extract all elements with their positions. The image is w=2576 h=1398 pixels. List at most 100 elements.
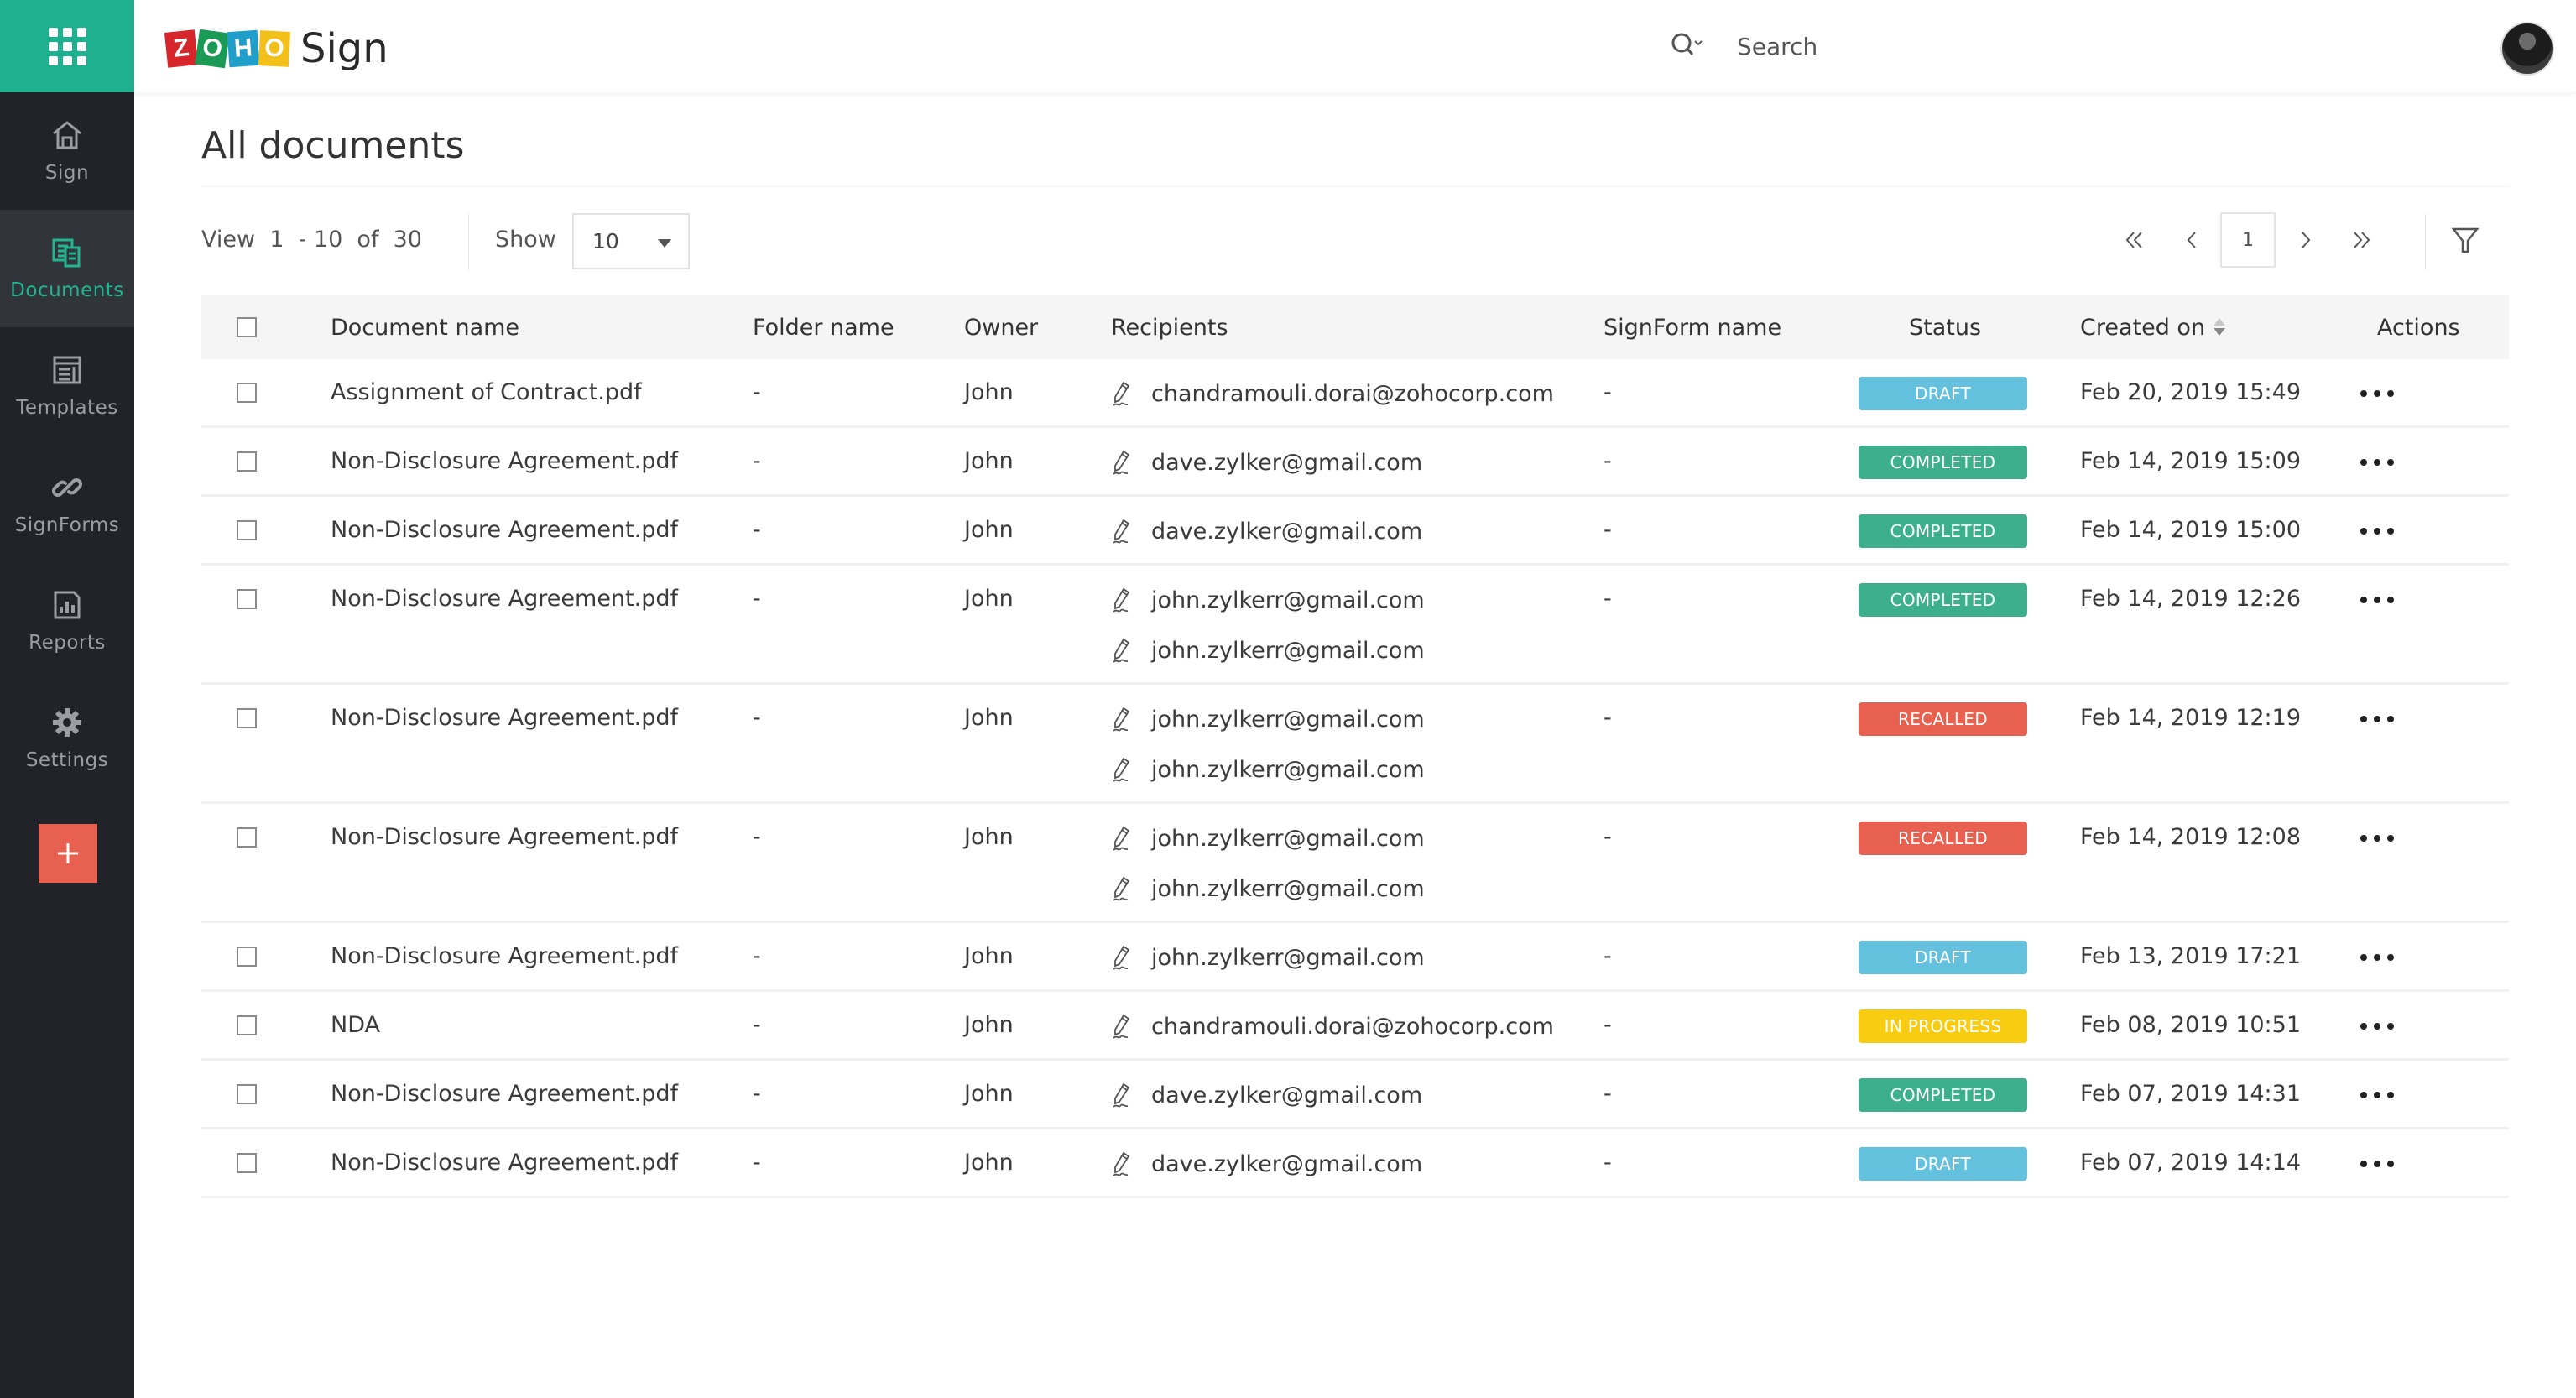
more-actions-icon[interactable] <box>2360 390 2394 399</box>
search-icon[interactable] <box>1670 29 1703 63</box>
column-header-document-name[interactable]: Document name <box>331 295 519 359</box>
document-name-link[interactable]: Non-Disclosure Agreement.pdf <box>331 517 678 543</box>
owner-name: John <box>964 1150 1014 1176</box>
filter-icon <box>2451 227 2480 253</box>
recipient-email: dave.zylker@gmail.com <box>1151 518 1423 545</box>
created-on: Feb 07, 2019 14:14 <box>2080 1150 2302 1176</box>
row-checkbox[interactable] <box>237 451 257 472</box>
row-checkbox[interactable] <box>237 520 257 540</box>
more-actions-icon[interactable] <box>2360 459 2394 467</box>
zoho-sign-logo[interactable]: Z O H O Sign <box>164 25 388 72</box>
column-header-status[interactable]: Status <box>1909 295 1981 359</box>
row-checkbox[interactable] <box>237 947 257 967</box>
recipient-email: dave.zylker@gmail.com <box>1151 449 1423 476</box>
status-badge: DRAFT <box>1859 377 2027 410</box>
more-actions-icon[interactable] <box>2360 1092 2394 1100</box>
user-avatar[interactable] <box>2500 22 2554 76</box>
view-count: View 1 - 10 of 30 <box>201 227 422 253</box>
document-name-link[interactable]: Non-Disclosure Agreement.pdf <box>331 586 678 612</box>
owner-name: John <box>964 1081 1014 1107</box>
table-row[interactable]: NDA - John chandramouli.dorai@zohocorp.com -… <box>201 992 2509 1061</box>
table-row[interactable]: Assignment of Contract.pdf - John chandramo… <box>201 359 2509 428</box>
more-actions-icon[interactable] <box>2360 1023 2394 1031</box>
document-name-link[interactable]: Non-Disclosure Agreement.pdf <box>331 943 678 969</box>
table-row[interactable]: Non-Disclosure Agreement.pdf - John john.zy… <box>201 804 2509 923</box>
sidebar-item-signforms[interactable]: SignForms <box>0 445 134 562</box>
signform-name: - <box>1603 517 1612 543</box>
document-name-link[interactable]: Non-Disclosure Agreement.pdf <box>331 1081 678 1107</box>
row-checkbox[interactable] <box>237 589 257 609</box>
signform-name: - <box>1603 379 1612 405</box>
column-header-signform-name[interactable]: SignForm name <box>1603 295 1781 359</box>
table-row[interactable]: Non-Disclosure Agreement.pdf - John dave.zy… <box>201 1061 2509 1129</box>
status-badge: COMPLETED <box>1859 1078 2027 1112</box>
signform-name: - <box>1603 943 1612 969</box>
sidebar-item-reports[interactable]: Reports <box>0 562 134 680</box>
created-on: Feb 14, 2019 15:09 <box>2080 448 2302 474</box>
document-name-link[interactable]: Non-Disclosure Agreement.pdf <box>331 705 678 731</box>
status-badge: COMPLETED <box>1859 514 2027 548</box>
prev-page-button[interactable] <box>2175 220 2208 260</box>
sort-icon[interactable] <box>2214 318 2226 336</box>
document-name-link[interactable]: Non-Disclosure Agreement.pdf <box>331 448 678 474</box>
owner-name: John <box>964 1012 1014 1038</box>
more-actions-icon[interactable] <box>2360 528 2394 536</box>
more-actions-icon[interactable] <box>2360 597 2394 605</box>
table-row[interactable]: Non-Disclosure Agreement.pdf - John john.zy… <box>201 566 2509 685</box>
current-page-input[interactable]: 1 <box>2220 212 2276 268</box>
recipient: dave.zylker@gmail.com <box>1111 506 1422 556</box>
more-actions-icon[interactable] <box>2360 954 2394 962</box>
column-header-folder-name[interactable]: Folder name <box>753 295 894 359</box>
sidebar-item-sign[interactable]: Sign <box>0 92 134 210</box>
search-input[interactable] <box>1737 32 2073 60</box>
sidebar-item-settings[interactable]: Settings <box>0 680 134 797</box>
recipient-email: john.zylkerr@gmail.com <box>1151 637 1425 664</box>
app-launcher-button[interactable] <box>0 0 134 92</box>
recipients-list: john.zylkerr@gmail.com john.zylkerr@gmail… <box>1111 813 1425 914</box>
table-row[interactable]: Non-Disclosure Agreement.pdf - John dave.zy… <box>201 1129 2509 1198</box>
signer-pen-icon <box>1111 587 1133 613</box>
recipient: chandramouli.dorai@zohocorp.com <box>1111 368 1554 419</box>
row-checkbox[interactable] <box>237 708 257 728</box>
folder-name: - <box>753 1081 761 1107</box>
column-header-owner[interactable]: Owner <box>964 295 1038 359</box>
column-header-created-on[interactable]: Created on <box>2080 295 2226 359</box>
row-checkbox[interactable] <box>237 383 257 403</box>
zoho-logo: Z O H O <box>164 29 291 69</box>
product-name: Sign <box>300 25 388 72</box>
column-header-actions: Actions <box>2377 314 2460 341</box>
filter-button[interactable] <box>2450 225 2480 255</box>
last-page-button[interactable] <box>2344 220 2378 260</box>
first-page-button[interactable] <box>2118 220 2151 260</box>
more-actions-icon[interactable] <box>2360 716 2394 724</box>
row-checkbox[interactable] <box>237 1015 257 1035</box>
document-name-link[interactable]: Non-Disclosure Agreement.pdf <box>331 1150 678 1176</box>
create-new-button[interactable] <box>39 824 97 883</box>
row-checkbox[interactable] <box>237 827 257 848</box>
status-badge: COMPLETED <box>1859 446 2027 479</box>
folder-name: - <box>753 517 761 543</box>
owner-name: John <box>964 517 1014 543</box>
table-row[interactable]: Non-Disclosure Agreement.pdf - John dave.zy… <box>201 497 2509 566</box>
document-name-link[interactable]: NDA <box>331 1012 380 1038</box>
table-row[interactable]: Non-Disclosure Agreement.pdf - John john.zy… <box>201 685 2509 804</box>
column-header-recipients[interactable]: Recipients <box>1111 295 1228 359</box>
folder-name: - <box>753 943 761 969</box>
page-size-select[interactable]: 10 <box>572 213 690 269</box>
more-actions-icon[interactable] <box>2360 835 2394 843</box>
signform-name: - <box>1603 448 1612 474</box>
select-all-checkbox[interactable] <box>237 317 257 337</box>
sidebar: Sign Documents Templates SignForms Repor… <box>0 0 134 1398</box>
document-name-link[interactable]: Assignment of Contract.pdf <box>331 379 642 405</box>
row-checkbox[interactable] <box>237 1153 257 1173</box>
owner-name: John <box>964 824 1014 850</box>
recipient: dave.zylker@gmail.com <box>1111 437 1422 488</box>
table-row[interactable]: Non-Disclosure Agreement.pdf - John john.zy… <box>201 923 2509 992</box>
more-actions-icon[interactable] <box>2360 1161 2394 1169</box>
sidebar-item-templates[interactable]: Templates <box>0 327 134 445</box>
row-checkbox[interactable] <box>237 1084 257 1104</box>
next-page-button[interactable] <box>2289 220 2323 260</box>
table-row[interactable]: Non-Disclosure Agreement.pdf - John dave.zy… <box>201 428 2509 497</box>
sidebar-item-documents[interactable]: Documents <box>0 210 134 327</box>
document-name-link[interactable]: Non-Disclosure Agreement.pdf <box>331 824 678 850</box>
